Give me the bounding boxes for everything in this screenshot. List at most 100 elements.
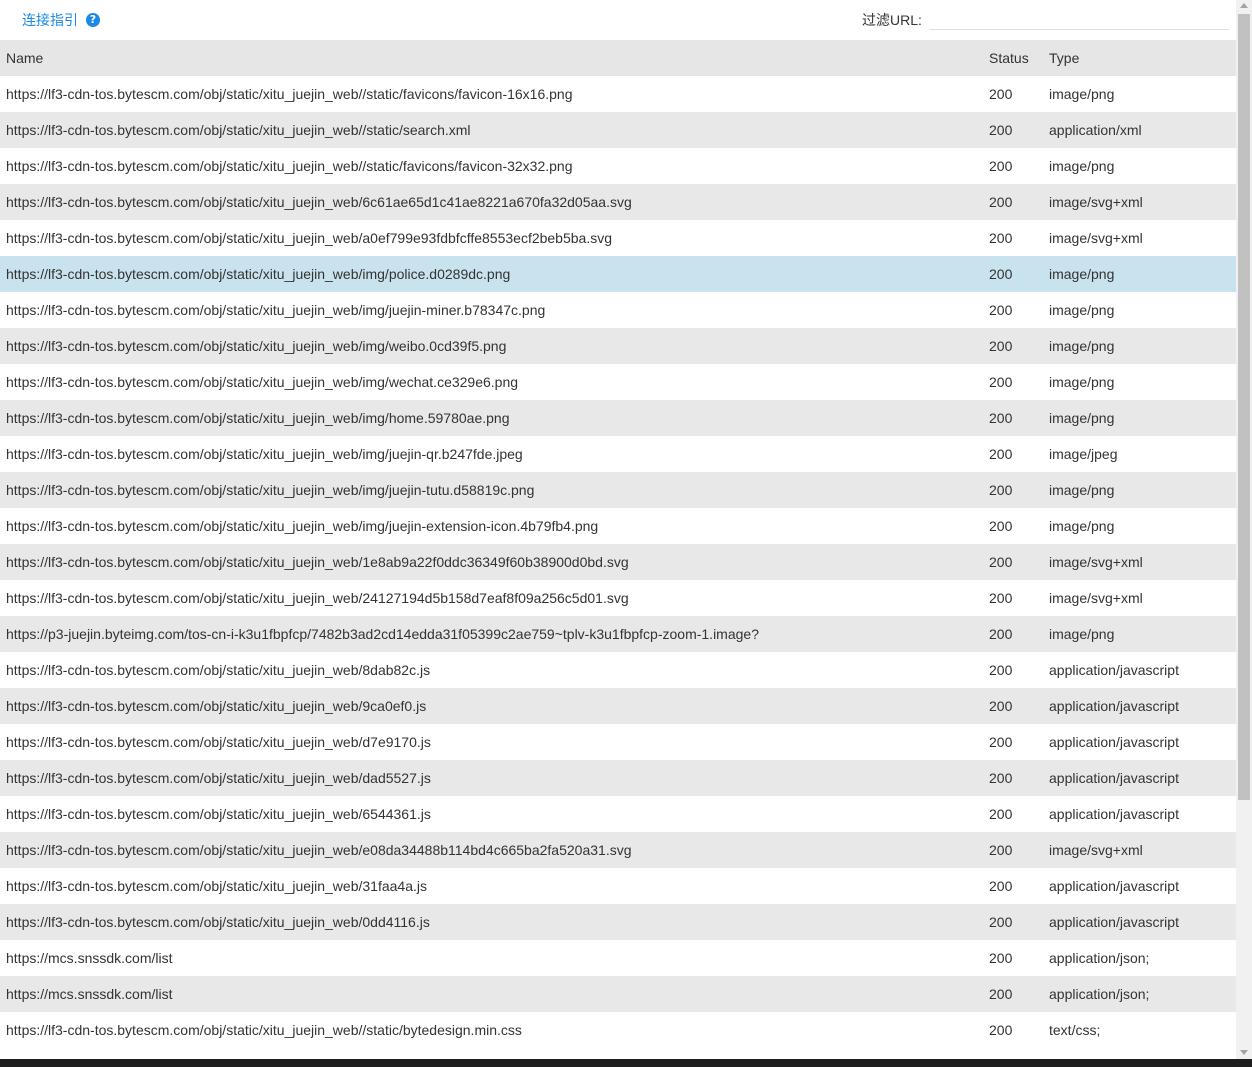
table-row[interactable]: https://lf3-cdn-tos.bytescm.com/obj/stat… xyxy=(0,544,1236,580)
cell-name: https://lf3-cdn-tos.bytescm.com/obj/stat… xyxy=(6,698,427,714)
cell-type: image/png xyxy=(1049,266,1115,282)
table-row[interactable]: https://mcs.snssdk.com/list 200 applicatio… xyxy=(0,976,1236,1012)
cell-name: https://lf3-cdn-tos.bytescm.com/obj/stat… xyxy=(6,410,510,426)
table-row[interactable]: https://lf3-cdn-tos.bytescm.com/obj/stat… xyxy=(0,832,1236,868)
cell-name: https://lf3-cdn-tos.bytescm.com/obj/stat… xyxy=(6,266,511,282)
cell-status: 200 xyxy=(989,662,1013,678)
cell-type: application/xml xyxy=(1049,122,1142,138)
table-row[interactable]: https://lf3-cdn-tos.bytescm.com/obj/stat… xyxy=(0,760,1236,796)
cell-status: 200 xyxy=(989,878,1013,894)
cell-type: image/png xyxy=(1049,518,1115,534)
cell-type: image/svg+xml xyxy=(1049,554,1143,570)
cell-status: 200 xyxy=(989,590,1013,606)
table-row[interactable]: https://lf3-cdn-tos.bytescm.com/obj/stat… xyxy=(0,292,1236,328)
cell-type: image/svg+xml xyxy=(1049,230,1143,246)
request-table: Name Status Type https://lf3-cdn-tos.byt… xyxy=(0,40,1236,1059)
cell-type: image/svg+xml xyxy=(1049,590,1143,606)
cell-type: application/javascript xyxy=(1049,914,1179,930)
cell-name: https://mcs.snssdk.com/list xyxy=(6,986,173,1002)
cell-status: 200 xyxy=(989,122,1013,138)
cell-name: https://lf3-cdn-tos.bytescm.com/obj/stat… xyxy=(6,374,519,390)
table-row[interactable]: https://lf3-cdn-tos.bytescm.com/obj/stat… xyxy=(0,400,1236,436)
table-row[interactable]: https://lf3-cdn-tos.bytescm.com/obj/stat… xyxy=(0,724,1236,760)
table-header-row: Name Status Type xyxy=(0,40,1236,76)
table-row[interactable]: https://lf3-cdn-tos.bytescm.com/obj/stat… xyxy=(0,184,1236,220)
cell-name: https://p3-juejin.byteimg.com/tos-cn-i-k… xyxy=(6,626,759,642)
cell-status: 200 xyxy=(989,770,1013,786)
cell-status: 200 xyxy=(989,950,1013,966)
cell-name: https://lf3-cdn-tos.bytescm.com/obj/stat… xyxy=(6,302,546,318)
table-row[interactable]: https://p3-juejin.byteimg.com/tos-cn-i-k… xyxy=(0,616,1236,652)
table-row[interactable]: https://lf3-cdn-tos.bytescm.com/obj/stat… xyxy=(0,580,1236,616)
table-row[interactable]: https://lf3-cdn-tos.bytescm.com/obj/stat… xyxy=(0,508,1236,544)
table-row[interactable]: https://lf3-cdn-tos.bytescm.com/obj/stat… xyxy=(0,76,1236,112)
cell-status: 200 xyxy=(989,266,1013,282)
vertical-scrollbar[interactable] xyxy=(1236,0,1252,1059)
table-row[interactable]: https://lf3-cdn-tos.bytescm.com/obj/stat… xyxy=(0,796,1236,832)
table-row[interactable]: https://lf3-cdn-tos.bytescm.com/obj/stat… xyxy=(0,148,1236,184)
cell-type: image/png xyxy=(1049,410,1115,426)
cell-type: text/css; xyxy=(1049,1022,1101,1038)
cell-name: https://lf3-cdn-tos.bytescm.com/obj/stat… xyxy=(6,662,431,678)
cell-type: application/javascript xyxy=(1049,662,1179,678)
table-row[interactable]: https://mcs.snssdk.com/list 200 applicatio… xyxy=(0,940,1236,976)
cell-name: https://lf3-cdn-tos.bytescm.com/obj/stat… xyxy=(6,158,573,174)
cell-status: 200 xyxy=(989,230,1013,246)
table-row[interactable]: https://lf3-cdn-tos.bytescm.com/obj/stat… xyxy=(0,868,1236,904)
cell-type: image/jpeg xyxy=(1049,446,1118,462)
cell-name: https://lf3-cdn-tos.bytescm.com/obj/stat… xyxy=(6,878,427,894)
cell-name: https://lf3-cdn-tos.bytescm.com/obj/stat… xyxy=(6,194,632,210)
cell-type: image/png xyxy=(1049,374,1115,390)
cell-status: 200 xyxy=(989,626,1013,642)
cell-type: image/svg+xml xyxy=(1049,842,1143,858)
table-row[interactable]: https://lf3-cdn-tos.bytescm.com/obj/stat… xyxy=(0,688,1236,724)
cell-name: https://lf3-cdn-tos.bytescm.com/obj/stat… xyxy=(6,842,632,858)
table-row[interactable]: https://lf3-cdn-tos.bytescm.com/obj/stat… xyxy=(0,904,1236,940)
cell-name: https://lf3-cdn-tos.bytescm.com/obj/stat… xyxy=(6,1022,522,1038)
cell-type: image/svg+xml xyxy=(1049,194,1143,210)
cell-status: 200 xyxy=(989,374,1013,390)
column-header-status[interactable]: Status xyxy=(983,50,1043,66)
cell-type: application/javascript xyxy=(1049,878,1179,894)
connection-guide-link[interactable]: 连接指引 xyxy=(22,11,78,29)
table-row[interactable]: https://lf3-cdn-tos.bytescm.com/obj/stat… xyxy=(0,472,1236,508)
cell-status: 200 xyxy=(989,338,1013,354)
table-row[interactable]: https://lf3-cdn-tos.bytescm.com/obj/stat… xyxy=(0,364,1236,400)
cell-status: 200 xyxy=(989,806,1013,822)
cell-status: 200 xyxy=(989,302,1013,318)
cell-status: 200 xyxy=(989,410,1013,426)
help-icon[interactable]: ? xyxy=(86,13,100,27)
table-row[interactable]: https://lf3-cdn-tos.bytescm.com/obj/stat… xyxy=(0,112,1236,148)
table-row[interactable]: https://lf3-cdn-tos.bytescm.com/obj/stat… xyxy=(0,328,1236,364)
cell-name: https://lf3-cdn-tos.bytescm.com/obj/stat… xyxy=(6,914,430,930)
cell-type: image/png xyxy=(1049,482,1115,498)
cell-status: 200 xyxy=(989,194,1013,210)
cell-status: 200 xyxy=(989,554,1013,570)
table-row[interactable]: https://lf3-cdn-tos.bytescm.com/obj/stat… xyxy=(0,1012,1236,1048)
column-header-type[interactable]: Type xyxy=(1043,50,1236,66)
scroll-up-arrow-icon[interactable] xyxy=(1240,3,1248,8)
cell-type: image/png xyxy=(1049,338,1115,354)
cell-type: application/javascript xyxy=(1049,698,1179,714)
cell-name: https://lf3-cdn-tos.bytescm.com/obj/stat… xyxy=(6,122,471,138)
scroll-down-arrow-icon[interactable] xyxy=(1240,1050,1248,1055)
table-row[interactable]: https://lf3-cdn-tos.bytescm.com/obj/stat… xyxy=(0,436,1236,472)
filter-url-label: 过滤URL: xyxy=(862,12,922,28)
bottom-edge-bar xyxy=(0,1059,1252,1067)
cell-status: 200 xyxy=(989,986,1013,1002)
column-header-name[interactable]: Name xyxy=(0,50,983,66)
table-row[interactable]: https://lf3-cdn-tos.bytescm.com/obj/stat… xyxy=(0,256,1236,292)
cell-type: image/png xyxy=(1049,158,1115,174)
table-row[interactable]: https://lf3-cdn-tos.bytescm.com/obj/stat… xyxy=(0,652,1236,688)
cell-status: 200 xyxy=(989,158,1013,174)
cell-name: https://lf3-cdn-tos.bytescm.com/obj/stat… xyxy=(6,338,507,354)
cell-type: application/javascript xyxy=(1049,770,1179,786)
filter-url-input[interactable] xyxy=(929,8,1229,30)
cell-name: https://lf3-cdn-tos.bytescm.com/obj/stat… xyxy=(6,590,629,606)
table-row[interactable]: https://lf3-cdn-tos.bytescm.com/obj/stat… xyxy=(0,220,1236,256)
cell-name: https://lf3-cdn-tos.bytescm.com/obj/stat… xyxy=(6,482,535,498)
toolbar: 连接指引 ? 过滤URL: xyxy=(0,0,1236,40)
cell-name: https://lf3-cdn-tos.bytescm.com/obj/stat… xyxy=(6,446,523,462)
cell-status: 200 xyxy=(989,446,1013,462)
scrollbar-thumb[interactable] xyxy=(1238,14,1250,800)
